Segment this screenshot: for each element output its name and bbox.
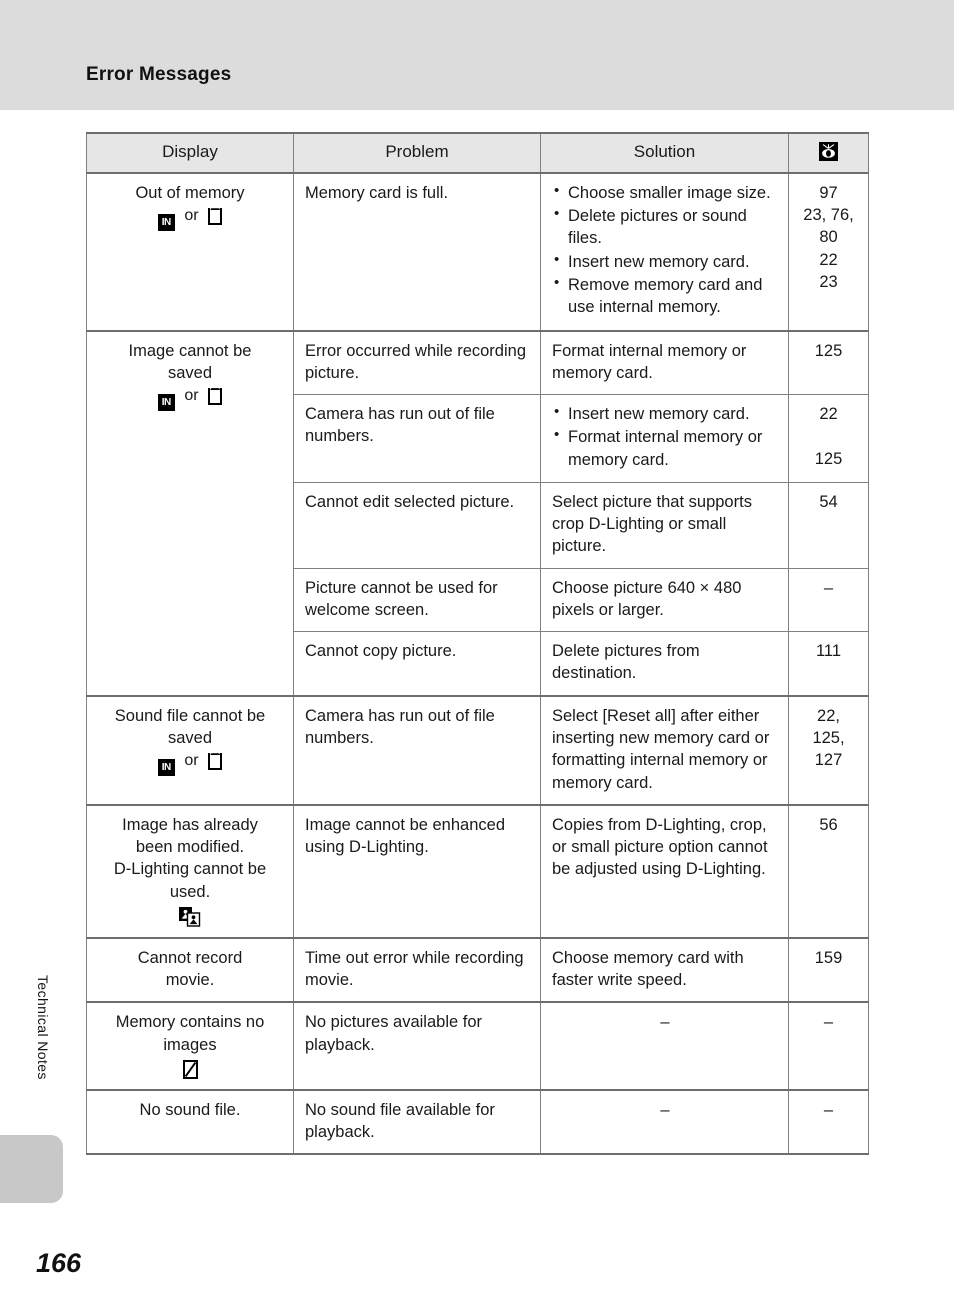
cell-reference: 111 <box>788 631 869 697</box>
cell-problem: Image cannot be enhanced using D-Lightin… <box>293 803 541 939</box>
cell-solution: Insert new memory card. Format internal … <box>540 394 789 483</box>
solution-bullet-list: Insert new memory card. Format internal … <box>552 402 778 471</box>
column-header-problem: Problem <box>293 132 541 174</box>
cell-reference: 97 23, 76, 80 22 23 <box>788 171 869 332</box>
display-icons: IN or <box>95 752 285 777</box>
cell-problem: Camera has run out of file numbers. <box>293 394 541 483</box>
cell-reference: 22 . 125 <box>788 394 869 483</box>
table-row: Memory contains no images No pictures av… <box>86 1001 869 1091</box>
cell-reference: – <box>788 567 869 633</box>
cell-problem: No pictures available for playback. <box>293 1001 541 1091</box>
list-item: Delete pictures or sound files. <box>552 204 778 250</box>
list-item: Remove memory card and use internal memo… <box>552 273 778 319</box>
list-item: Insert new memory card. <box>552 402 778 425</box>
cell-display: Cannot record movie. <box>86 936 294 1003</box>
memory-card-icon <box>208 388 223 406</box>
cell-problem: Cannot edit selected picture. <box>293 481 541 569</box>
cell-solution: Choose picture 640 × 480 pixels or large… <box>540 567 789 633</box>
error-messages-table: Display Problem Solution Out of memory I… <box>86 132 869 1156</box>
page-header-band <box>0 0 954 110</box>
error-messages-table-wrap: Display Problem Solution Out of memory I… <box>86 132 869 1156</box>
page-number: 166 <box>36 1248 82 1278</box>
cell-solution: Choose memory card with faster write spe… <box>540 936 789 1003</box>
table-row: Out of memory IN or Memory card is full.… <box>86 171 869 332</box>
table-row: Sound file cannot be saved IN or Camera … <box>86 694 869 806</box>
cell-display: Image has already been modified. D-Light… <box>86 803 294 939</box>
cell-problem: Cannot copy picture. <box>293 631 541 697</box>
cell-display: Image cannot be saved IN or <box>86 329 294 697</box>
list-item: Choose smaller image size. <box>552 181 778 204</box>
internal-memory-icon: IN <box>157 214 175 232</box>
table-row: Image cannot be saved IN or Error occurr… <box>86 329 869 697</box>
cell-solution: Format internal memory or memory card. <box>540 329 789 396</box>
no-images-icon <box>182 1059 198 1079</box>
column-header-solution: Solution <box>540 132 789 174</box>
table-row: Image has already been modified. D-Light… <box>86 803 869 939</box>
cell-reference: 159 <box>788 936 869 1003</box>
list-item: Format internal memory or memory card. <box>552 425 778 471</box>
cell-solution: Select picture that supports crop D-Ligh… <box>540 481 789 569</box>
cell-problem: Picture cannot be used for welcome scree… <box>293 567 541 633</box>
cell-problem: Camera has run out of file numbers. <box>293 694 541 806</box>
display-icons <box>95 1059 285 1079</box>
book-reference-icon <box>819 142 838 161</box>
cell-problem: Memory card is full. <box>293 171 541 332</box>
memory-card-icon <box>208 208 223 226</box>
cell-problem: Time out error while recording movie. <box>293 936 541 1003</box>
internal-memory-icon: IN <box>157 394 175 412</box>
cell-solution: Select [Reset all] after either insertin… <box>540 694 789 806</box>
cell-reference: 54 <box>788 481 869 569</box>
cell-display: Memory contains no images <box>86 1001 294 1091</box>
display-icons <box>95 906 285 927</box>
display-icons: IN or <box>95 207 285 232</box>
column-header-display: Display <box>86 132 294 174</box>
table-row: Cannot record movie. Time out error whil… <box>86 936 869 1003</box>
cell-reference: 56 <box>788 803 869 939</box>
cell-problem: No sound file available for playback. <box>293 1088 541 1156</box>
table-row: No sound file. No sound file available f… <box>86 1088 869 1156</box>
cell-problem: Error occurred while recording picture. <box>293 329 541 396</box>
cell-display: Out of memory IN or <box>86 171 294 332</box>
copy-pictures-icon <box>179 906 201 927</box>
display-icons: IN or <box>95 387 285 412</box>
solution-bullet-list: Choose smaller image size. Delete pictur… <box>552 181 778 319</box>
page-title: Error Messages <box>86 64 232 85</box>
table-header-row: Display Problem Solution <box>86 132 869 174</box>
list-item: Insert new memory card. <box>552 250 778 273</box>
column-header-reference <box>788 132 869 174</box>
cell-reference: – <box>788 1001 869 1091</box>
cell-solution: Delete pictures from destination. <box>540 631 789 697</box>
cell-display: Sound file cannot be saved IN or <box>86 694 294 806</box>
cell-solution: – <box>540 1001 789 1091</box>
chapter-thumb-tab <box>0 1135 63 1203</box>
cell-reference: 125 <box>788 329 869 396</box>
icon-separator-label: or <box>184 207 199 225</box>
icon-separator-label: or <box>184 752 199 770</box>
internal-memory-icon: IN <box>157 759 175 777</box>
memory-card-icon <box>208 753 223 771</box>
cell-solution: Choose smaller image size. Delete pictur… <box>540 171 789 332</box>
icon-separator-label: or <box>184 387 199 405</box>
cell-solution: – <box>540 1088 789 1156</box>
cell-reference: – <box>788 1088 869 1156</box>
chapter-label: Technical Notes <box>35 975 51 1080</box>
cell-reference: 22, 125, 127 <box>788 694 869 806</box>
cell-solution: Copies from D-Lighting, crop, or small p… <box>540 803 789 939</box>
cell-display: No sound file. <box>86 1088 294 1156</box>
